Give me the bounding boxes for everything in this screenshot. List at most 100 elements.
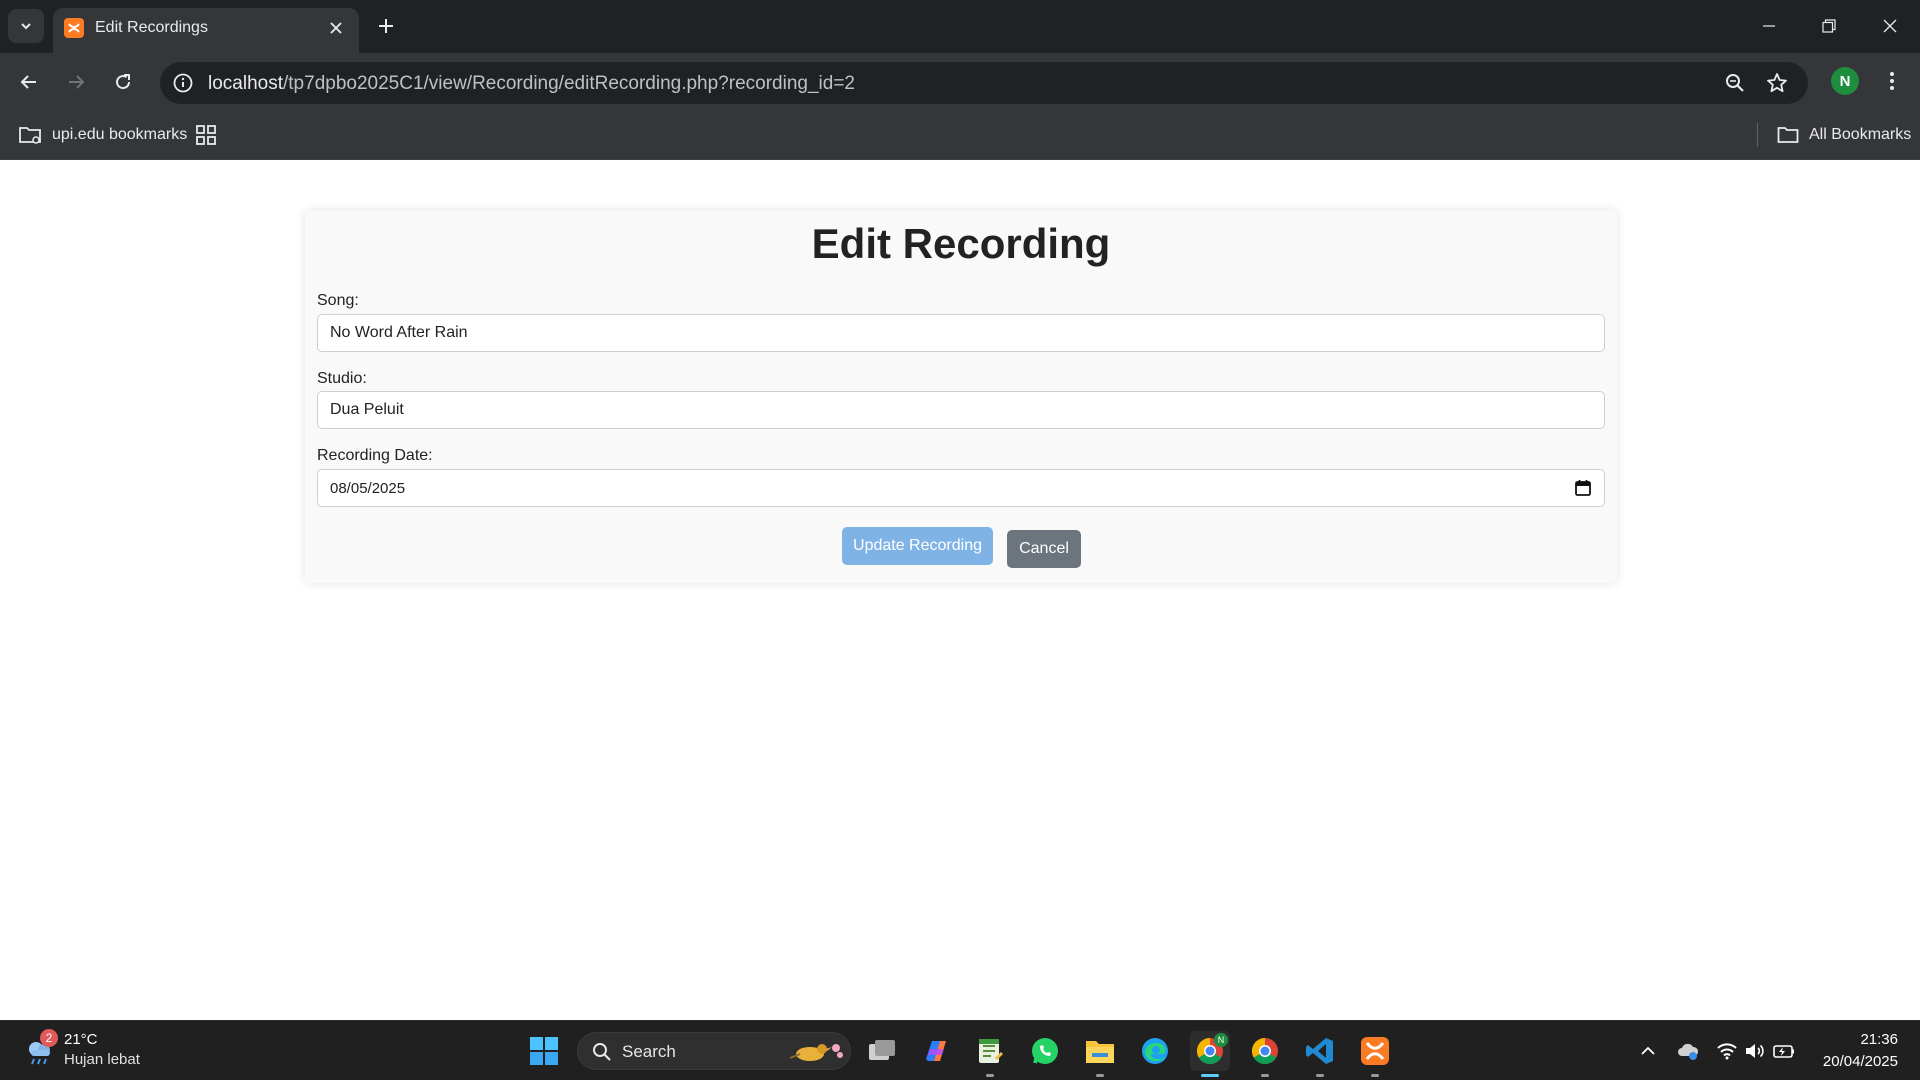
windows-logo-icon	[530, 1037, 558, 1065]
onedrive-tray[interactable]	[1676, 1039, 1700, 1063]
file-explorer-app[interactable]	[1080, 1031, 1120, 1077]
menu-button[interactable]	[1878, 67, 1906, 95]
clock-time: 21:36	[1860, 1031, 1898, 1048]
forward-button[interactable]	[59, 65, 93, 99]
reload-button[interactable]	[106, 65, 140, 99]
bookmark-folder-label: upi.edu bookmarks	[52, 126, 188, 143]
browser-tab[interactable]: Edit Recordings	[53, 8, 359, 53]
vscode-app[interactable]	[1300, 1031, 1340, 1077]
battery-tray[interactable]	[1772, 1039, 1796, 1063]
task-view-button[interactable]	[862, 1031, 902, 1071]
xampp-app[interactable]	[1355, 1031, 1395, 1077]
page-content: Edit Recording Song: Studio: Recording D…	[0, 160, 1920, 1020]
all-bookmarks-button[interactable]: All Bookmarks	[1777, 123, 1911, 147]
restore-icon	[1822, 19, 1836, 33]
cloud-icon	[1678, 1043, 1699, 1060]
page-title: Edit Recording	[811, 220, 1111, 267]
update-recording-button[interactable]: Update Recording	[842, 527, 993, 565]
start-button[interactable]	[524, 1031, 564, 1071]
studio-input[interactable]	[317, 391, 1605, 429]
arrow-left-icon	[20, 75, 36, 89]
copilot-icon	[926, 1041, 946, 1061]
folder-icon	[1777, 127, 1799, 143]
xampp-icon	[1361, 1037, 1389, 1065]
volume-tray[interactable]	[1743, 1039, 1767, 1063]
browser-toolbar: localhost/tp7dpbo2025C1/view/Recording/e…	[0, 53, 1920, 111]
speaker-icon	[1746, 1044, 1764, 1058]
xampp-favicon-icon	[64, 18, 84, 38]
bookmarks-bar: upi.edu bookmarks All Bookmarks	[0, 111, 1920, 160]
tab-close-icon[interactable]	[327, 19, 345, 37]
clock-date: 20/04/2025	[1822, 1053, 1898, 1070]
song-label: Song:	[317, 292, 359, 309]
folder-icon	[1086, 1041, 1114, 1063]
zoom-icon[interactable]	[1722, 70, 1748, 96]
recording-date-input[interactable]: 08/05/2025	[317, 469, 1605, 507]
reload-icon	[116, 74, 131, 90]
bookmark-star-icon[interactable]	[1764, 70, 1790, 96]
address-bar[interactable]: localhost/tp7dpbo2025C1/view/Recording/e…	[160, 62, 1808, 104]
whatsapp-icon	[1032, 1038, 1058, 1064]
edge-app[interactable]	[1135, 1031, 1175, 1071]
close-icon	[1883, 19, 1897, 33]
arrow-right-icon	[69, 75, 85, 89]
all-bookmarks-label: All Bookmarks	[1809, 126, 1912, 143]
chrome-app-2[interactable]	[1245, 1031, 1285, 1077]
taskbar-search[interactable]: Search	[577, 1032, 851, 1070]
site-info-icon[interactable]	[170, 70, 196, 96]
chrome-app-active[interactable]: N	[1190, 1031, 1230, 1077]
managed-folder-icon	[19, 127, 41, 144]
wifi-tray[interactable]	[1715, 1039, 1739, 1063]
weather-temperature: 21°C	[64, 1031, 98, 1048]
edit-recording-form: Edit Recording Song: Studio: Recording D…	[305, 210, 1617, 583]
bookmarks-divider	[1757, 123, 1758, 147]
battery-charging-icon	[1773, 1045, 1794, 1058]
profile-avatar[interactable]: N	[1831, 67, 1859, 95]
restore-button[interactable]	[1806, 6, 1852, 46]
url-text[interactable]: localhost/tp7dpbo2025C1/view/Recording/e…	[208, 73, 855, 95]
url-path: /tp7dpbo2025C1/view/Recording/editRecord…	[283, 73, 855, 94]
tab-title: Edit Recordings	[95, 19, 208, 36]
taskbar: 2 21°C Hujan lebat Search N 21:36 20/04/…	[0, 1020, 1920, 1080]
tab-search-button[interactable]	[8, 9, 44, 43]
chevron-down-icon	[21, 23, 31, 30]
apps-grid-icon	[196, 125, 216, 145]
recording-date-value: 08/05/2025	[330, 480, 406, 497]
back-button[interactable]	[12, 65, 46, 99]
more-vertical-icon	[1890, 72, 1894, 90]
plus-icon	[379, 19, 393, 33]
search-label: Search	[622, 1042, 676, 1061]
browser-titlebar: Edit Recordings	[0, 0, 1920, 53]
show-hidden-icons-button[interactable]	[1636, 1039, 1660, 1063]
bookmark-folder-upi[interactable]: upi.edu bookmarks	[18, 123, 187, 147]
running-indicator	[1316, 1074, 1324, 1077]
running-indicator	[1261, 1074, 1269, 1077]
chrome-icon	[1251, 1037, 1278, 1065]
url-host: localhost	[208, 73, 283, 94]
chrome-profile-badge: N	[1214, 1033, 1228, 1047]
recording-date-label: Recording Date:	[317, 447, 433, 464]
cancel-button[interactable]: Cancel	[1007, 530, 1081, 568]
new-tab-button[interactable]	[372, 12, 400, 40]
active-indicator	[1201, 1074, 1219, 1077]
copilot-app[interactable]	[916, 1031, 956, 1071]
search-icon	[593, 1043, 611, 1061]
running-indicator	[986, 1074, 994, 1077]
vscode-icon	[1306, 1038, 1333, 1064]
wifi-icon	[1717, 1043, 1737, 1060]
minimize-icon	[1763, 25, 1775, 27]
running-indicator	[1371, 1074, 1379, 1077]
whatsapp-app[interactable]	[1025, 1031, 1065, 1071]
bird-illustration-icon	[789, 1044, 843, 1061]
studio-label: Studio:	[317, 370, 367, 387]
close-window-button[interactable]	[1867, 6, 1913, 46]
minimize-button[interactable]	[1746, 6, 1792, 46]
song-input[interactable]	[317, 314, 1605, 352]
notification-badge: 2	[40, 1029, 58, 1047]
apps-shortcut[interactable]	[196, 123, 216, 147]
running-indicator	[1096, 1074, 1104, 1077]
chevron-up-icon	[1641, 1046, 1655, 1055]
edge-icon	[1142, 1038, 1168, 1064]
calendar-icon[interactable]	[1574, 479, 1592, 497]
notepad-app[interactable]	[970, 1031, 1010, 1077]
